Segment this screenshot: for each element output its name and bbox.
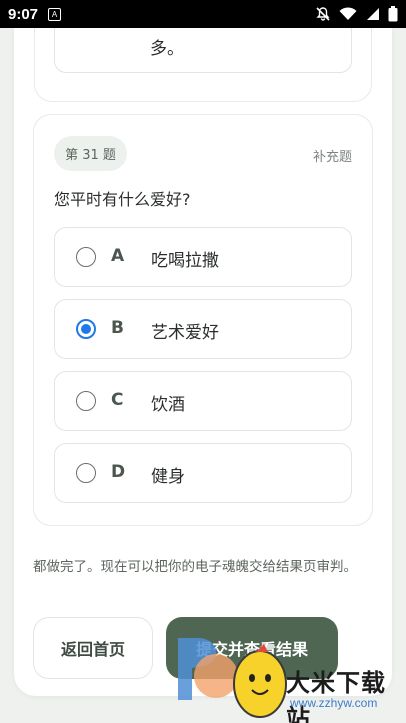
radio-button[interactable] bbox=[76, 391, 96, 411]
status-icons bbox=[315, 6, 398, 22]
previous-answer-text: 多。 bbox=[150, 39, 184, 59]
option-label: 吃喝拉撒 bbox=[151, 251, 219, 271]
option-letter: A bbox=[111, 246, 125, 266]
wifi-icon bbox=[339, 7, 357, 21]
option-letter: D bbox=[111, 462, 126, 482]
radio-button[interactable] bbox=[76, 463, 96, 483]
question-text: 您平时有什么爱好? bbox=[54, 190, 191, 209]
watermark-logo-icon bbox=[178, 638, 287, 718]
option-letter: B bbox=[111, 318, 124, 338]
previous-answer-box[interactable] bbox=[54, 28, 352, 73]
battery-icon bbox=[388, 6, 398, 22]
watermark-url: www.zzhyw.com bbox=[290, 696, 378, 710]
radio-button[interactable] bbox=[76, 247, 96, 267]
status-time: 9:07 bbox=[8, 5, 39, 23]
mute-icon bbox=[315, 6, 331, 22]
option-letter: C bbox=[111, 390, 124, 410]
question-number-badge: 第 31 题 bbox=[54, 136, 127, 171]
option-b[interactable]: B 艺术爱好 bbox=[54, 299, 352, 359]
completion-message: 都做完了。现在可以把你的电子魂魄交给结果页审判。 bbox=[33, 559, 357, 575]
radio-button-selected[interactable] bbox=[76, 319, 96, 339]
option-c[interactable]: C 饮酒 bbox=[54, 371, 352, 431]
option-label: 健身 bbox=[151, 467, 185, 487]
back-home-button[interactable]: 返回首页 bbox=[33, 617, 153, 679]
question-tag: 补充题 bbox=[312, 150, 352, 165]
option-d[interactable]: D 健身 bbox=[54, 443, 352, 503]
option-a[interactable]: A 吃喝拉撒 bbox=[54, 227, 352, 287]
status-bar: 9:07 A bbox=[0, 0, 406, 28]
watermark: 大米下载站 www.zzhyw.com bbox=[178, 630, 406, 723]
watermark-brand: 大米下载站 bbox=[286, 669, 386, 723]
option-label: 艺术爱好 bbox=[151, 323, 219, 343]
option-label: 饮酒 bbox=[151, 395, 185, 415]
signal-icon bbox=[365, 7, 380, 21]
app-notification-icon: A bbox=[48, 7, 62, 21]
